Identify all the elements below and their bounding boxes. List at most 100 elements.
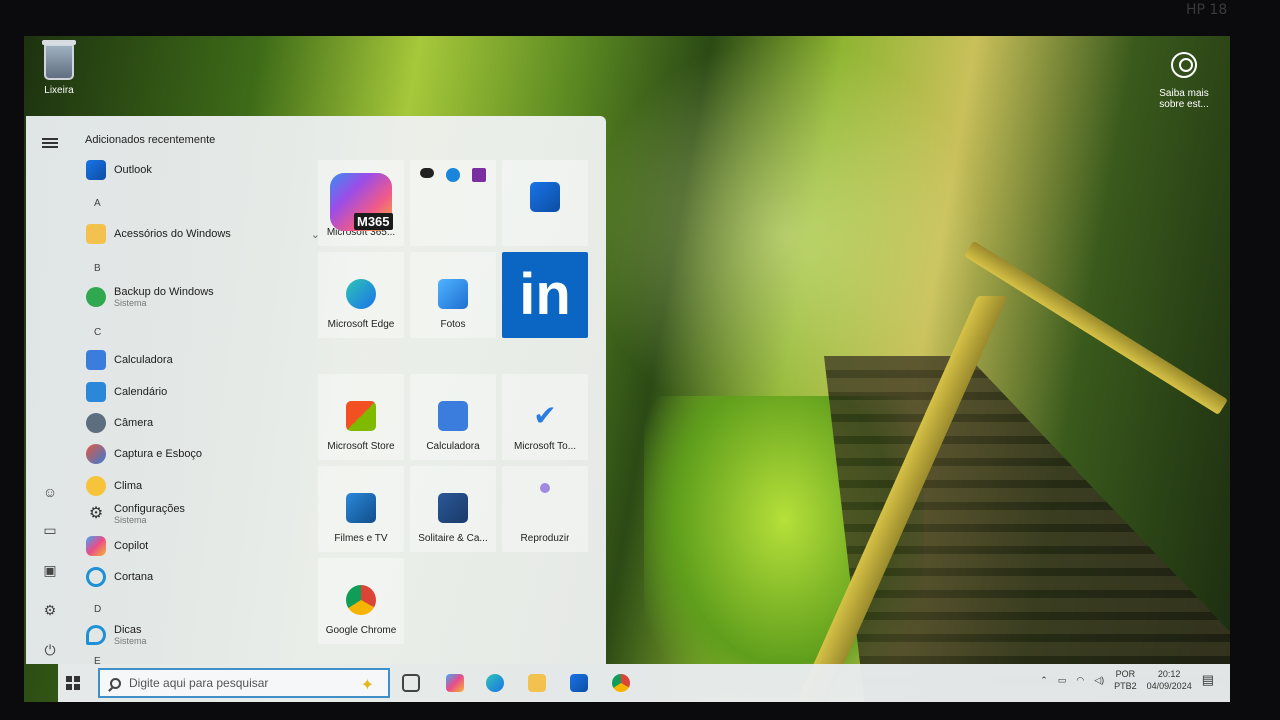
outlook-icon [530, 182, 560, 212]
menu-hamburger-icon[interactable] [42, 138, 58, 148]
camera-icon [86, 413, 106, 433]
settings-icon[interactable]: ⚙ [42, 602, 58, 618]
tile-label: Microsoft Store [327, 441, 395, 452]
recently-added-heading: Adicionados recentemente [85, 134, 216, 146]
app-windows-accessories[interactable]: Acessórios do Windows ⌄ [86, 224, 320, 244]
recycle-bin-label: Lixeira [44, 85, 74, 96]
section-letter-a[interactable]: A [94, 198, 101, 209]
app-settings[interactable]: ⚙ Configurações Sistema [86, 503, 185, 525]
wifi-icon[interactable]: ◠ [1076, 675, 1084, 686]
tile-linkedin[interactable]: in [502, 252, 588, 338]
app-label: Acessórios do Windows [114, 228, 231, 240]
store-icon [346, 401, 376, 431]
edge-icon [346, 279, 376, 309]
volume-icon[interactable]: ◁) [1094, 675, 1104, 686]
app-label: Copilot [114, 540, 149, 552]
app-weather[interactable]: Clima [86, 476, 142, 496]
copilot-taskbar-icon[interactable] [446, 674, 464, 692]
app-label: Calculadora [114, 354, 173, 366]
search-box[interactable]: Digite aqui para pesquisar ✦ [98, 668, 390, 698]
windows-start-icon[interactable] [66, 676, 80, 690]
tile-microsoft-store[interactable]: Microsoft Store [318, 374, 404, 460]
app-copilot[interactable]: Copilot [86, 536, 148, 556]
learn-more-desktop-icon[interactable]: Saiba mais sobre est... [1154, 52, 1214, 110]
tile-microsoft-365[interactable]: M365 Microsoft 365... [318, 160, 404, 246]
app-label: Backup do Windows Sistema [114, 286, 214, 308]
app-outlook[interactable]: Outlook [86, 160, 152, 180]
app-camera[interactable]: Câmera [86, 413, 153, 433]
tile-label: Fotos [440, 319, 466, 330]
language-indicator[interactable]: POR PTB2 [1114, 668, 1137, 692]
microsoft-365-icon: M365 [330, 173, 393, 231]
tile-label: Reproduzir [520, 533, 570, 544]
app-label: Dicas Sistema [114, 624, 147, 646]
tile-outlook[interactable] [502, 160, 588, 246]
m365-badge: M365 [354, 213, 393, 230]
tile-office-group[interactable] [410, 160, 496, 246]
app-label: Calendário [114, 386, 168, 398]
learn-more-label-2: sobre est... [1159, 99, 1209, 110]
office-mini-icons [420, 168, 486, 182]
tile-google-chrome[interactable]: Google Chrome [318, 558, 404, 644]
user-icon[interactable]: ☺ [42, 484, 58, 500]
app-calculator[interactable]: Calculadora [86, 350, 173, 370]
app-label: Clima [114, 480, 143, 492]
recycle-bin-desktop-icon[interactable]: Lixeira [34, 40, 84, 96]
app-label: Cortana [114, 571, 154, 583]
folder-icon [86, 224, 106, 244]
section-letter-b[interactable]: B [94, 263, 101, 274]
tile-edge[interactable]: Microsoft Edge [318, 252, 404, 338]
tile-microsoft-todo[interactable]: ✔ Microsoft To... [502, 374, 588, 460]
tile-play[interactable]: Reproduzir [502, 466, 588, 552]
pictures-icon[interactable]: ▣ [42, 562, 58, 578]
learn-more-label-1: Saiba mais [1159, 88, 1209, 99]
recycle-bin-icon [42, 40, 76, 80]
solitaire-icon [438, 493, 468, 523]
start-menu-rail: ☺ ▭ ▣ ⚙ ⏻ [26, 116, 72, 664]
network-icon[interactable]: ▭ [1058, 675, 1067, 686]
tile-movies-tv[interactable]: Filmes e TV [318, 466, 404, 552]
calculator-icon [438, 401, 468, 431]
weather-icon [86, 476, 106, 496]
tile-label: Google Chrome [325, 625, 397, 636]
app-label: Câmera [114, 417, 154, 429]
edge-taskbar-icon[interactable] [486, 674, 504, 692]
search-icon [110, 677, 121, 689]
app-windows-backup[interactable]: Backup do Windows Sistema [86, 286, 214, 308]
start-menu: ☺ ▭ ▣ ⚙ ⏻ Adicionados recentemente Outlo… [26, 116, 606, 667]
tile-solitaire[interactable]: Solitaire & Ca... [410, 466, 496, 552]
task-view-icon[interactable] [402, 674, 420, 692]
section-letter-c[interactable]: C [94, 327, 101, 338]
linkedin-logo-icon: in [519, 262, 571, 327]
app-snipping[interactable]: Captura e Esboço [86, 444, 202, 464]
chrome-taskbar-icon[interactable] [612, 674, 630, 692]
notifications-icon[interactable]: ▤ [1202, 672, 1214, 688]
system-tray: ⌃ ▭ ◠ ◁) POR PTB2 20:12 04/09/2024 ▤ [1040, 668, 1214, 692]
documents-icon[interactable]: ▭ [42, 522, 58, 538]
app-tips[interactable]: Dicas Sistema [86, 624, 147, 646]
calculator-icon [86, 350, 106, 370]
power-icon[interactable]: ⏻ [42, 642, 58, 658]
tile-label: Filmes e TV [334, 533, 388, 544]
play-folder-icon [540, 483, 550, 493]
todo-check-icon: ✔ [533, 400, 557, 431]
monitor-model-label: HP 18 [1186, 2, 1228, 18]
tile-label: Calculadora [426, 441, 480, 452]
backup-cloud-icon [86, 287, 106, 307]
tile-photos[interactable]: Fotos [410, 252, 496, 338]
desktop: Lixeira Saiba mais sobre est... ☺ ▭ ▣ ⚙ … [24, 36, 1230, 702]
snip-icon [86, 444, 106, 464]
app-calendar[interactable]: Calendário [86, 382, 167, 402]
tile-calculator[interactable]: Calculadora [410, 374, 496, 460]
clock[interactable]: 20:12 04/09/2024 [1147, 668, 1192, 692]
tile-label: Solitaire & Ca... [418, 533, 488, 544]
file-explorer-icon[interactable] [528, 674, 546, 692]
section-letter-d[interactable]: D [94, 604, 101, 615]
app-cortana[interactable]: Cortana [86, 567, 153, 587]
tile-label: Microsoft Edge [327, 319, 395, 330]
outlook-taskbar-icon[interactable] [570, 674, 588, 692]
movies-icon [346, 493, 376, 523]
chevron-up-icon[interactable]: ⌃ [1040, 675, 1048, 686]
calendar-icon [86, 382, 106, 402]
taskbar: Digite aqui para pesquisar ✦ ⌃ ▭ ◠ ◁) PO… [58, 664, 1230, 702]
